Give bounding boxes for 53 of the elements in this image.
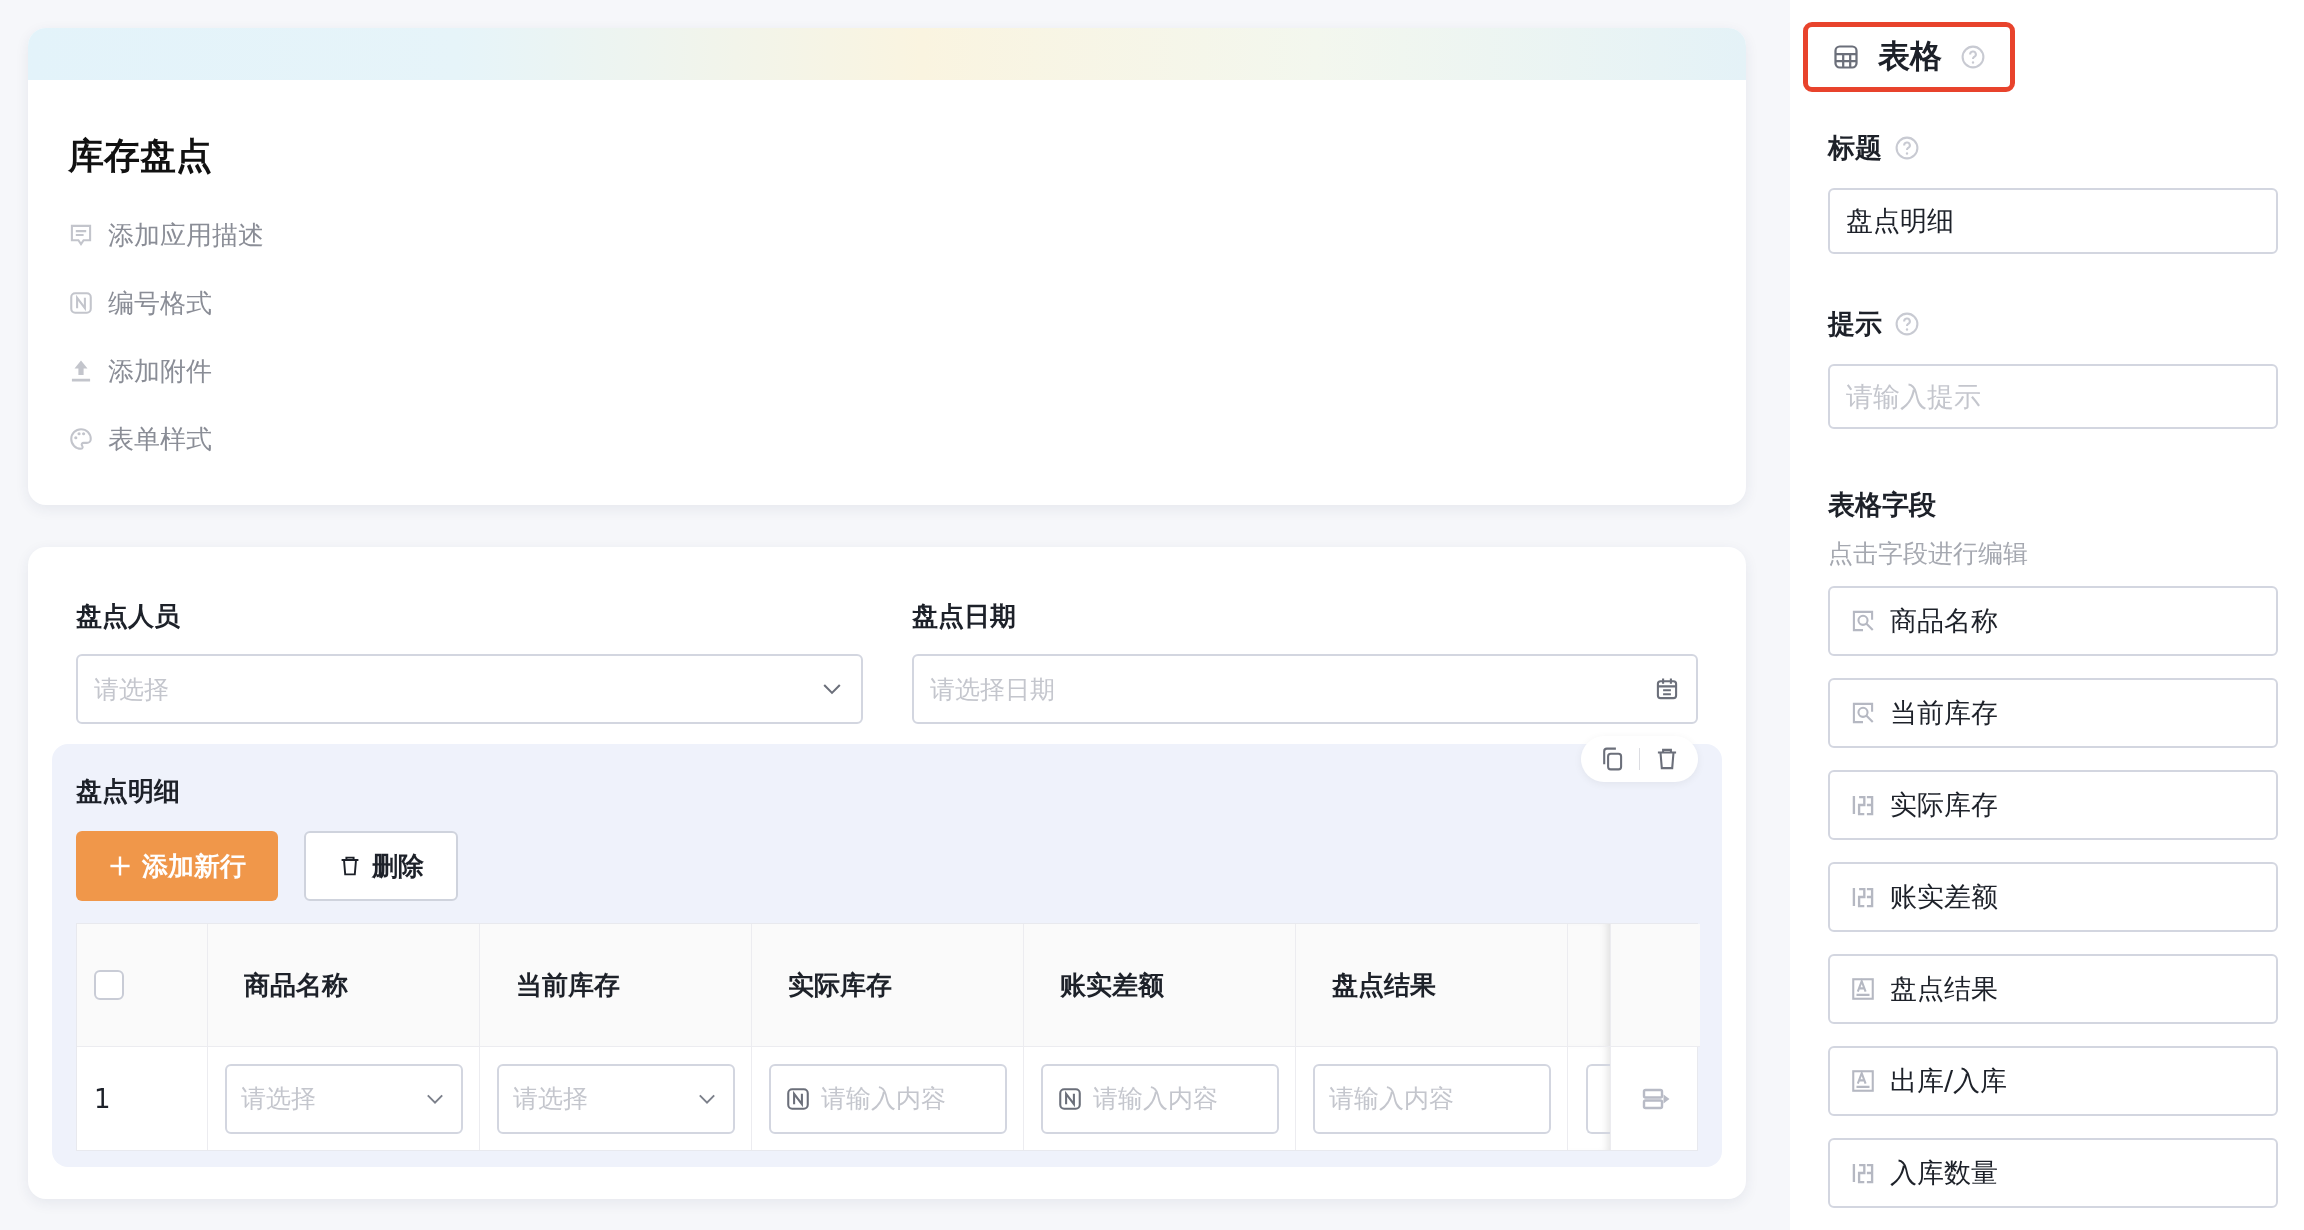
field-label: 盘点日期 (911, 600, 1017, 633)
search-frame-icon (1850, 700, 1876, 726)
field-item[interactable]: 账实差额 (1828, 862, 2278, 932)
column-header: 盘点结果 (1296, 924, 1568, 1046)
column-header: 商品名称 (208, 924, 480, 1046)
section-title: 盘点明细 (76, 775, 181, 808)
letter-n-icon (68, 290, 94, 316)
select-all-checkbox[interactable] (94, 970, 124, 1000)
app-title: 库存盘点 (68, 134, 213, 178)
action-link[interactable]: 添加附件 (108, 353, 212, 389)
help-icon[interactable] (1894, 135, 1920, 161)
plus-icon (108, 854, 132, 878)
letter-a-icon (1850, 976, 1876, 1002)
column-header: 账实差额 (1024, 924, 1296, 1046)
action-link[interactable]: 表单样式 (108, 421, 212, 457)
letter-n-icon (1057, 1085, 1083, 1112)
field-label: 盘点人员 (76, 600, 181, 633)
column-header: 实际库存 (752, 924, 1024, 1046)
row-number: 1 (94, 1083, 111, 1114)
field-label: 标题 (1828, 131, 1882, 165)
table-icon (1832, 43, 1860, 71)
title-field[interactable]: 盘点明细 (1828, 188, 2278, 254)
field-item[interactable]: 盘点结果 (1828, 954, 2278, 1024)
field-item[interactable]: 入库数量 (1828, 1138, 2278, 1208)
action-link[interactable]: 编号格式 (108, 285, 212, 321)
section-heading: 表格字段 (1828, 488, 1937, 522)
search-frame-icon (1850, 608, 1876, 634)
number-field[interactable]: 请输入内容 (1041, 1063, 1279, 1134)
select-field[interactable]: 请选择 (225, 1063, 463, 1134)
comment-icon (68, 222, 94, 248)
select-field[interactable]: 请选择 (76, 654, 863, 724)
date-field[interactable]: 请选择日期 (911, 654, 1698, 724)
input-field[interactable]: 请输入内容 (1313, 1063, 1551, 1134)
help-icon[interactable] (1894, 310, 1920, 337)
action-link[interactable]: 添加应用描述 (108, 217, 264, 253)
select-field[interactable]: 请选择 (497, 1063, 735, 1134)
letter-a-icon (1850, 1068, 1876, 1094)
help-icon[interactable] (1960, 44, 1986, 70)
add-row-button[interactable]: 添加新行 (76, 831, 278, 901)
delete-button[interactable]: 删除 (304, 831, 458, 901)
column-header: 当前库存 (480, 924, 752, 1046)
field-item[interactable]: 实际库存 (1828, 770, 2278, 840)
letter-n-icon (785, 1085, 811, 1112)
field-item[interactable]: 出库/入库 (1828, 1046, 2278, 1116)
field-label: 提示 (1828, 306, 1882, 341)
calendar-icon (1654, 676, 1680, 702)
hint-field[interactable]: 请输入提示 (1828, 363, 2278, 429)
field-item[interactable]: 当前库存 (1828, 678, 2278, 748)
section-hint: 点击字段进行编辑 (1828, 538, 2029, 570)
selected-widget-title: 表格 (1803, 22, 2015, 92)
field-item[interactable]: 商品名称 (1828, 586, 2278, 656)
palette-icon (68, 426, 94, 452)
number-field[interactable]: 请输入内容 (769, 1063, 1007, 1134)
